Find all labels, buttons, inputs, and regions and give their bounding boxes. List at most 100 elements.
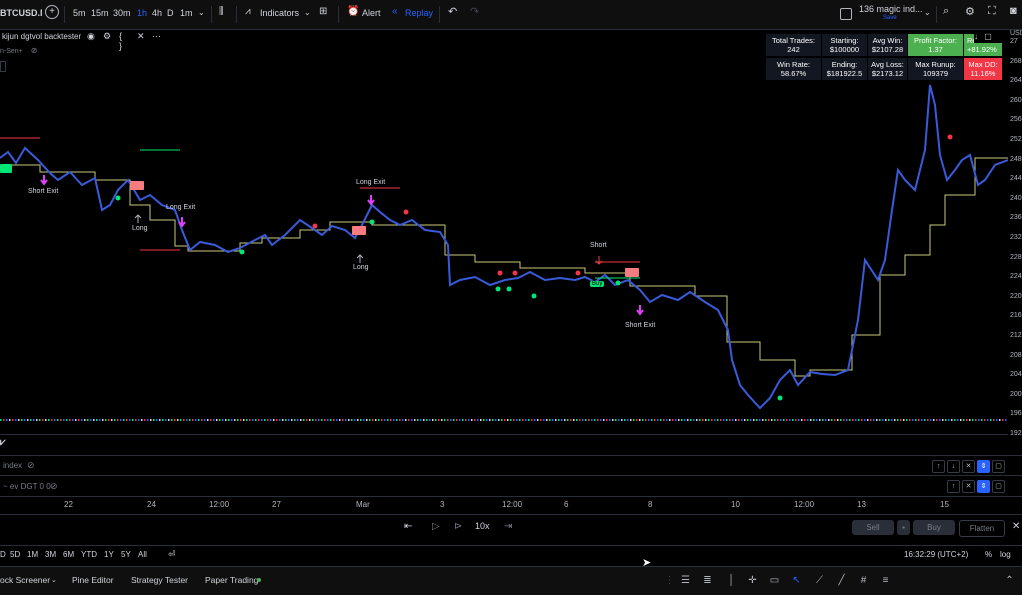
symbol-name[interactable]: BTCUSD.I (0, 8, 43, 18)
close-pane-icon[interactable]: ✕ (962, 480, 975, 493)
replay-icon[interactable]: « (392, 6, 398, 17)
layout-save-label[interactable]: Save (883, 15, 897, 21)
maximize-icon[interactable]: ▢ (984, 32, 992, 41)
search-icon[interactable]: ⌕ (943, 5, 949, 18)
alert-icon[interactable]: ⏰ (347, 6, 359, 17)
add-symbol-button[interactable]: + (45, 5, 59, 19)
sell-tag (352, 226, 366, 235)
close-pane-icon[interactable]: ✕ (962, 460, 975, 473)
fullscreen-icon[interactable]: ⛶ (988, 5, 996, 18)
range-3m[interactable]: 3M (45, 550, 56, 559)
range-6m[interactable]: 6M (63, 550, 74, 559)
filter-tool-icon[interactable]: ≣ (702, 575, 713, 586)
jump-to-start-icon[interactable]: ⇤ (404, 521, 412, 532)
strip-dot (783, 419, 785, 421)
strip-dot (243, 419, 245, 421)
collapse-arrow-icon[interactable]: ⩗ (0, 437, 6, 448)
indicators-button[interactable]: Indicators (260, 8, 299, 18)
strip-dot (78, 419, 80, 421)
log-toggle[interactable]: log (1000, 550, 1011, 559)
go-to-date-icon[interactable]: ⏎ (168, 549, 176, 560)
chevron-down-icon[interactable]: ⌄ (51, 576, 57, 584)
quantity-field[interactable]: ▪ (897, 520, 910, 535)
interval-d[interactable]: D (167, 8, 174, 18)
interval-4h[interactable]: 4h (152, 8, 162, 18)
layout-name[interactable]: 136 magic ind... (859, 4, 923, 14)
interval-5m[interactable]: 5m (73, 8, 86, 18)
templates-icon[interactable]: ⊞ (319, 6, 327, 17)
strip-dot (606, 419, 608, 421)
strip-dot (615, 419, 617, 421)
redo-icon[interactable]: ↷ (470, 5, 479, 18)
move-up-icon[interactable]: ↑ (932, 460, 945, 473)
chart-type-candles-icon[interactable]: ⫼ (219, 6, 224, 17)
tab-paper-trading[interactable]: Paper Trading (205, 575, 258, 585)
strip-dot (618, 419, 620, 421)
sell-button[interactable]: Sell (852, 520, 894, 535)
settings-gear-icon[interactable]: ⚙ (965, 5, 975, 18)
range-d[interactable]: D (0, 550, 6, 559)
collapse-pane-icon[interactable]: ⇕ (977, 480, 990, 493)
interval-15m[interactable]: 15m (91, 8, 109, 18)
interval-1m[interactable]: 1m (180, 8, 193, 18)
maximize-pane-icon[interactable]: ▢ (992, 480, 1005, 493)
undo-icon[interactable]: ↶ (448, 5, 457, 18)
hidden-eye-icon[interactable]: ⊘ (27, 460, 35, 471)
drag-handle-icon[interactable]: ⋮ (664, 575, 675, 586)
tab-stock-screener[interactable]: ock Screener (0, 575, 50, 585)
trend-line-icon[interactable]: ╱ (836, 575, 847, 586)
range-ytd[interactable]: YTD (81, 550, 97, 559)
camera-icon[interactable]: ◙ (1010, 5, 1017, 17)
flatten-button[interactable]: Flatten (959, 520, 1005, 537)
list-tool-icon[interactable]: ☰ (680, 575, 691, 586)
interval-dropdown-icon[interactable]: ⌄ (198, 8, 205, 17)
step-forward-icon[interactable]: ⊳ (454, 521, 462, 532)
maximize-pane-icon[interactable]: ▢ (992, 460, 1005, 473)
move-down-icon[interactable]: ↓ (947, 460, 960, 473)
strip-dot (252, 419, 254, 421)
time-axis[interactable]: 22 24 12:00 27 Mar 3 12:00 6 8 10 12:00 13 15 (0, 496, 1022, 513)
range-1y[interactable]: 1Y (104, 550, 114, 559)
layout-icon[interactable] (840, 8, 852, 20)
clock-readout[interactable]: 16:32:29 (UTC+2) (904, 550, 968, 559)
close-replay-icon[interactable]: ✕ (1012, 521, 1020, 532)
interval-1h[interactable]: 1h (137, 8, 147, 18)
replay-speed[interactable]: 10x (475, 521, 490, 531)
tab-strategy-tester[interactable]: Strategy Tester (131, 575, 188, 585)
strip-dot (120, 419, 122, 421)
replay-button[interactable]: Replay (405, 8, 433, 18)
dgt-pane-title[interactable]: ~ ev DGT 0 0 (3, 482, 51, 491)
price-chart[interactable] (0, 30, 1008, 425)
vertical-line-icon[interactable]: │ (726, 575, 737, 586)
alert-button[interactable]: Alert (362, 8, 381, 18)
rectangle-icon[interactable]: ▭ (769, 575, 780, 586)
hidden-eye-icon[interactable]: ⊘ (50, 481, 58, 492)
play-icon[interactable]: ▷ (432, 521, 440, 532)
range-5y[interactable]: 5Y (121, 550, 131, 559)
range-all[interactable]: All (138, 550, 147, 559)
indicators-icon[interactable]: ⩘ (245, 6, 251, 17)
price-axis-label: 27 (1010, 38, 1018, 45)
tab-pine-editor[interactable]: Pine Editor (72, 575, 114, 585)
interval-30m[interactable]: 30m (113, 8, 131, 18)
indicators-dropdown-icon[interactable]: ⌄ (304, 8, 311, 17)
arrow-down-icon[interactable]: ↓ (974, 32, 978, 41)
layout-dropdown-icon[interactable]: ⌄ (924, 8, 931, 17)
range-5d[interactable]: 5D (10, 550, 20, 559)
cursor-arrow-icon[interactable]: ↖ (791, 575, 802, 586)
buy-button[interactable]: Buy (913, 520, 955, 535)
strip-dot (594, 419, 596, 421)
price-axis[interactable]: USD27 268 264 260 256 252 248 244 240 236 232 228 22… (1008, 30, 1022, 450)
range-1m[interactable]: 1M (27, 550, 38, 559)
collapse-up-icon[interactable]: ⌃ (1004, 575, 1015, 586)
strip-dot (957, 419, 959, 421)
percent-toggle[interactable]: % (985, 550, 992, 559)
move-up-icon[interactable]: ↑ (947, 480, 960, 493)
brush-icon[interactable]: ⟋ (814, 575, 825, 586)
jump-to-realtime-icon[interactable]: ⇥ (504, 521, 512, 532)
fib-icon[interactable]: # (858, 575, 869, 586)
more-tools-icon[interactable]: ≡ (880, 575, 891, 586)
index-pane-title[interactable]: index (3, 461, 22, 470)
crosshair-icon[interactable]: ✛ (747, 575, 758, 586)
collapse-pane-icon[interactable]: ⇕ (977, 460, 990, 473)
